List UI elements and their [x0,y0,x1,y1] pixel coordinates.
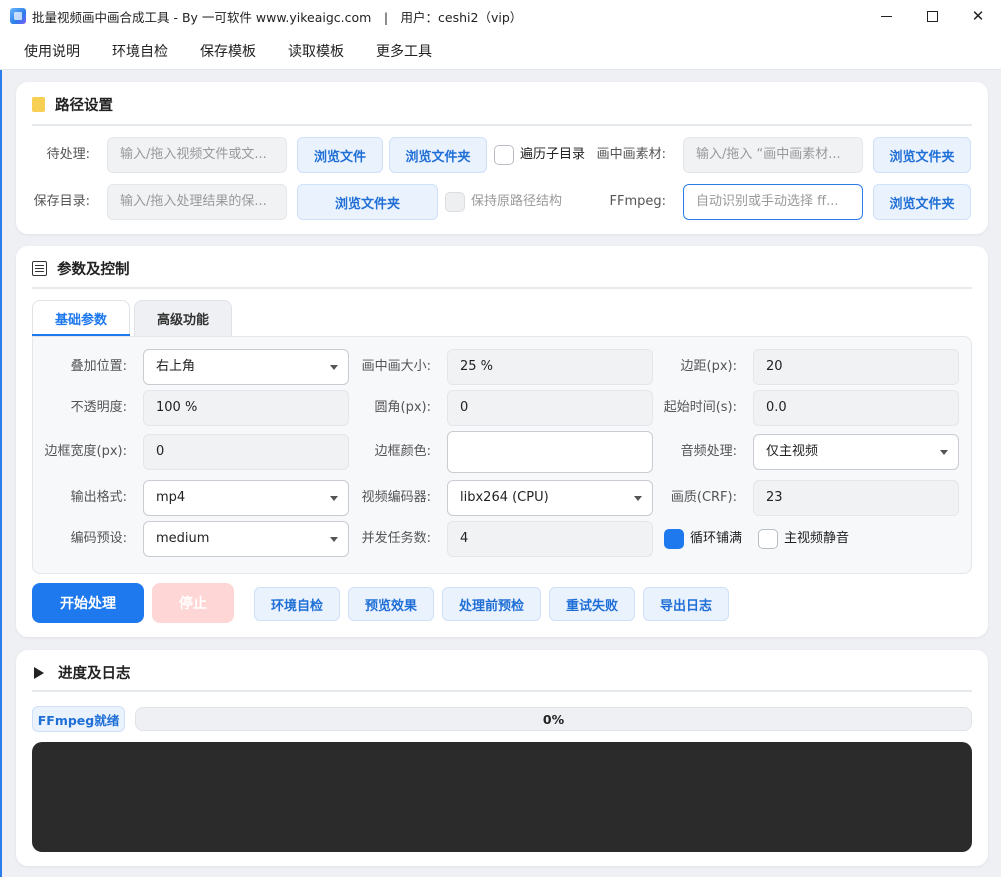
minimize-icon [880,15,892,17]
menu-item-env-check[interactable]: 环境自检 [96,32,184,70]
window-title: 批量视频画中画合成工具 - By 一可软件 www.yikeaigc.com |… [32,9,523,25]
ffmpeg-browse-folder-button[interactable]: 浏览文件夹 [873,184,971,220]
crf-label: 画质(CRF): [670,490,737,505]
encoder-select[interactable]: libx264 (CPU) [447,480,653,516]
window-border [0,0,2,877]
retry-failed-button[interactable]: 重试失败 [549,587,635,621]
radius-input[interactable]: 0 [447,390,653,426]
crf-input[interactable]: 23 [753,480,959,516]
ffmpeg-label: FFmpeg: [609,194,666,209]
opacity-label: 不透明度: [70,400,127,415]
menu-item-save-template[interactable]: 保存模板 [184,32,272,70]
border-width-input[interactable]: 0 [143,434,349,470]
tab-advanced[interactable]: 高级功能 [134,300,232,336]
start-time-label: 起始时间(s): [663,400,737,415]
close-button[interactable]: ✕ [955,0,1001,32]
expand-triangle-icon [34,666,44,679]
radius-label: 圆角(px): [374,400,431,415]
progress-percent: 0% [542,711,565,727]
tab-basic-params[interactable]: 基础参数 [32,300,130,336]
border-width-label: 边框宽度(px): [44,444,127,459]
mute-main-label: 主视频静音 [784,531,850,546]
browse-file-button[interactable]: 浏览文件 [297,137,383,173]
border-color-picker[interactable] [447,431,653,473]
path-settings-card: 路径设置 待处理: 输入/拖入视频文件或文... 浏览文件 浏览文件夹 遍历子目… [16,82,988,234]
opacity-input[interactable]: 100 % [143,390,349,426]
precheck-button[interactable]: 处理前预检 [442,587,541,621]
encoder-label: 视频编码器: [361,490,431,505]
pip-label: 画中画素材: [596,147,666,162]
progress-card: 进度及日志 FFmpeg就绪 0% [16,650,988,866]
menu-bar: 使用说明 环境自检 保存模板 读取模板 更多工具 [0,32,1001,70]
menu-item-more-tools[interactable]: 更多工具 [360,32,448,70]
basic-params-panel: 叠加位置: 右上角 画中画大小: 25 % 边距(px): 20 不透明度: 1… [32,336,972,574]
margin-input[interactable]: 20 [753,349,959,385]
title-bar: 批量视频画中画合成工具 - By 一可软件 www.yikeaigc.com |… [0,0,1001,32]
path-settings-title: 路径设置 [55,98,113,114]
params-title: 参数及控制 [57,262,130,278]
status-badge: FFmpeg就绪 [32,706,125,732]
recurse-label: 遍历子目录 [520,147,586,162]
format-label: 输出格式: [70,490,127,505]
audio-label: 音频处理: [680,444,737,459]
export-log-button[interactable]: 导出日志 [643,587,729,621]
maximize-button[interactable] [909,0,955,32]
stop-button[interactable]: 停止 [152,583,234,623]
pip-size-input[interactable]: 25 % [447,349,653,385]
margin-label: 边距(px): [680,359,737,374]
progress-title: 进度及日志 [58,666,131,682]
pip-input[interactable]: 输入/拖入 “画中画素材... [683,137,863,173]
preset-select[interactable]: medium [143,521,349,557]
folder-icon [32,97,45,112]
env-check-button[interactable]: 环境自检 [254,587,340,621]
divider [32,287,972,289]
window-controls: ✕ [863,0,1001,32]
overlay-position-select[interactable]: 右上角 [143,349,349,385]
concurrency-label: 并发任务数: [361,531,431,546]
audio-select[interactable]: 仅主视频 [753,434,959,470]
save-dir-input[interactable]: 输入/拖入处理结果的保... [107,184,287,220]
format-select[interactable]: mp4 [143,480,349,516]
save-dir-label: 保存目录: [33,194,90,209]
progress-header[interactable]: 进度及日志 [32,662,131,683]
preview-button[interactable]: 预览效果 [348,587,434,621]
start-button[interactable]: 开始处理 [32,583,144,623]
save-browse-folder-button[interactable]: 浏览文件夹 [297,184,438,220]
params-header: 参数及控制 [32,258,130,279]
keep-structure-label: 保持原路径结构 [471,194,563,209]
log-output[interactable] [32,742,972,852]
menu-item-load-template[interactable]: 读取模板 [272,32,360,70]
start-time-input[interactable]: 0.0 [753,390,959,426]
pip-browse-folder-button[interactable]: 浏览文件夹 [873,137,971,173]
params-card: 参数及控制 基础参数 高级功能 叠加位置: 右上角 画中画大小: 25 % 边距… [16,246,988,637]
minimize-button[interactable] [863,0,909,32]
ffmpeg-input[interactable]: 自动识别或手动选择 ff... [683,184,863,220]
browse-folder-button[interactable]: 浏览文件夹 [389,137,487,173]
pending-input[interactable]: 输入/拖入视频文件或文... [107,137,287,173]
pending-label: 待处理: [46,147,90,162]
divider [32,124,972,126]
menu-item-help[interactable]: 使用说明 [8,32,96,70]
pip-size-label: 画中画大小: [361,359,431,374]
recurse-checkbox[interactable] [494,145,514,165]
divider [32,690,972,692]
mute-main-checkbox[interactable] [758,529,778,549]
close-icon: ✕ [971,7,985,25]
maximize-icon [926,10,938,22]
keep-structure-checkbox[interactable] [445,192,465,212]
app-icon [10,8,26,24]
list-icon [32,261,47,276]
progress-bar: 0% [135,707,972,731]
preset-label: 编码预设: [70,531,127,546]
loop-fill-checkbox[interactable] [664,529,684,549]
concurrency-input[interactable]: 4 [447,521,653,557]
border-color-label: 边框颜色: [374,444,431,459]
overlay-position-label: 叠加位置: [70,359,127,374]
loop-fill-label: 循环铺满 [690,531,743,546]
path-settings-header: 路径设置 [32,94,113,115]
